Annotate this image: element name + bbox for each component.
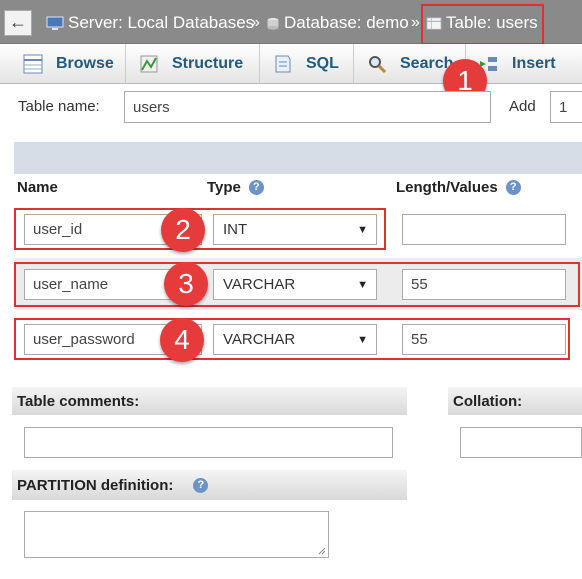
collation-header: Collation: [448,387,582,415]
column-header-name-label: Name [17,179,58,196]
column-header-type-label: Type [207,179,241,196]
annotation-badge-2: 2 [161,208,205,252]
column-length-input[interactable] [402,214,566,245]
table-icon [426,16,442,30]
tab-structure[interactable]: Structure [126,44,260,84]
breadcrumb-database[interactable]: Database: demo [266,11,409,35]
column-length-input[interactable]: 55 [402,324,566,355]
column-length-input[interactable]: 55 [402,269,566,300]
collation-select[interactable] [460,427,582,458]
table-comments-header: Table comments: [12,387,407,415]
columns-header-bar [14,142,582,174]
sql-icon [275,55,291,73]
tab-browse-label: Browse [56,55,114,72]
collation-label: Collation: [453,392,523,410]
partition-definition-textarea[interactable] [24,511,329,558]
column-type-select[interactable]: INT ▼ [213,214,377,245]
server-icon [46,16,64,30]
help-icon[interactable]: ? [248,180,264,195]
tab-insert-label: Insert [512,55,556,72]
help-icon[interactable]: ? [193,477,209,493]
add-label: Add [509,98,536,115]
structure-icon [140,55,158,73]
partition-label: PARTITION definition: [17,476,174,494]
column-type-value: VARCHAR [223,276,296,293]
partition-header: PARTITION definition: ? [12,470,407,500]
tab-sql-label: SQL [306,55,339,72]
column-header-length-label: Length/Values [396,179,498,196]
column-header-name: Name [17,179,58,196]
search-icon [369,56,387,74]
table-comments-label: Table comments: [17,392,140,410]
breadcrumb-separator: » [411,14,420,31]
database-icon [267,17,279,30]
column-header-length: Length/Values ? [396,179,521,196]
column-type-select[interactable]: VARCHAR ▼ [213,324,377,355]
resize-handle-icon[interactable] [318,547,326,555]
breadcrumb-server-label: Server: Local Databases [68,13,255,32]
dropdown-arrow-icon: ▼ [357,333,368,346]
dropdown-arrow-icon: ▼ [357,278,368,291]
table-name-input[interactable]: users [124,91,491,123]
tab-browse[interactable]: Browse [10,44,126,84]
annotation-badge-3: 3 [164,262,208,306]
breadcrumb-server[interactable]: Server: Local Databases [46,11,254,35]
breadcrumb-database-label: Database: demo [284,13,409,32]
add-columns-input[interactable]: 1 [550,91,582,123]
column-type-value: VARCHAR [223,331,296,348]
column-type-value: INT [223,221,248,238]
column-type-select[interactable]: VARCHAR ▼ [213,269,377,300]
breadcrumb-separator: » [251,14,260,31]
help-icon[interactable]: ? [505,180,521,195]
table-comments-input[interactable] [24,427,393,458]
back-button[interactable]: ← [4,10,32,36]
tab-sql[interactable]: SQL [260,44,354,84]
table-name-label: Table name: [18,98,100,115]
dropdown-arrow-icon: ▼ [357,223,368,236]
annotation-badge-4: 4 [160,318,204,362]
breadcrumb-table-label: Table: users [446,13,538,32]
tab-structure-label: Structure [172,55,244,72]
column-header-type: Type ? [207,179,264,196]
breadcrumb-table[interactable]: Table: users [426,11,538,35]
browse-icon [23,54,43,74]
